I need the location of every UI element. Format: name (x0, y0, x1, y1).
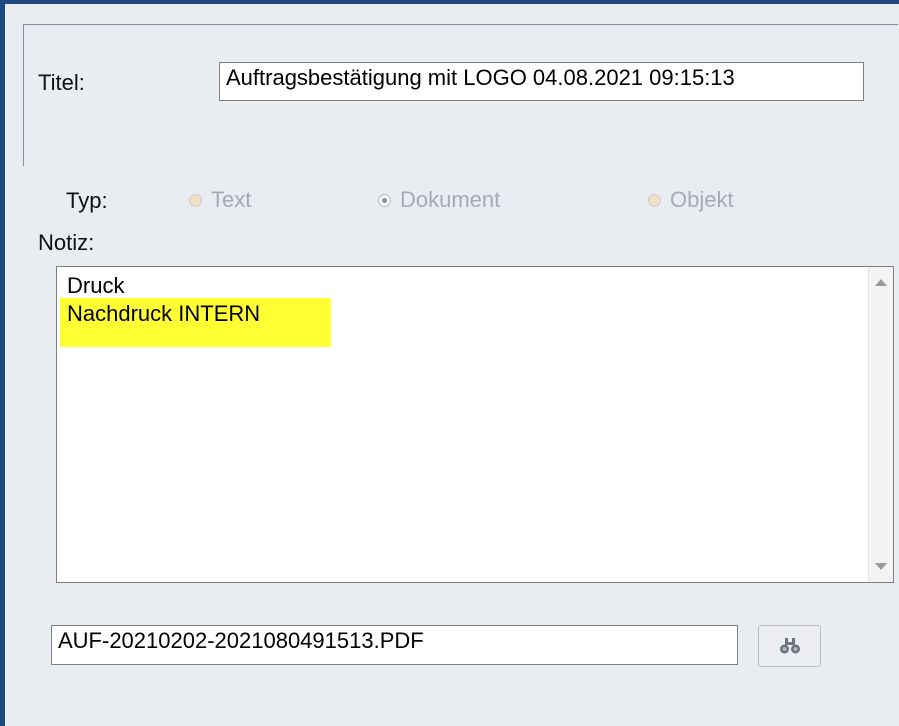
radio-unselected-icon (189, 193, 202, 207)
type-radio-dokument[interactable]: Dokument (378, 186, 500, 214)
note-line: Nachdruck INTERN (67, 301, 261, 326)
type-radio-text[interactable]: Text (189, 186, 251, 214)
title-label: Titel: (38, 70, 85, 95)
note-label: Notiz: (38, 230, 95, 255)
type-label: Typ: (66, 188, 108, 213)
scroll-up-icon[interactable] (875, 279, 887, 286)
title-field[interactable]: Auftragsbestätigung mit LOGO 04.08.2021 … (219, 62, 864, 101)
browse-button[interactable] (758, 625, 821, 667)
type-option-label: Objekt (670, 187, 734, 212)
radio-unselected-icon (648, 193, 661, 207)
note-line: Druck (67, 273, 125, 298)
binoculars-icon (779, 638, 800, 654)
radio-selected-icon (378, 193, 391, 207)
title-section: Titel: Auftragsbestätigung mit LOGO 04.0… (23, 24, 898, 166)
note-scrollbar[interactable] (868, 267, 893, 582)
file-path-field[interactable]: AUF-20210202-2021080491513.PDF (51, 625, 738, 665)
type-option-label: Dokument (400, 187, 501, 212)
scroll-down-icon[interactable] (875, 563, 887, 570)
type-option-label: Text (211, 187, 252, 212)
type-radio-objekt[interactable]: Objekt (648, 186, 734, 214)
note-textarea[interactable]: Druck Nachdruck INTERN (56, 266, 894, 583)
dialog-frame: Titel: Auftragsbestätigung mit LOGO 04.0… (0, 0, 899, 726)
